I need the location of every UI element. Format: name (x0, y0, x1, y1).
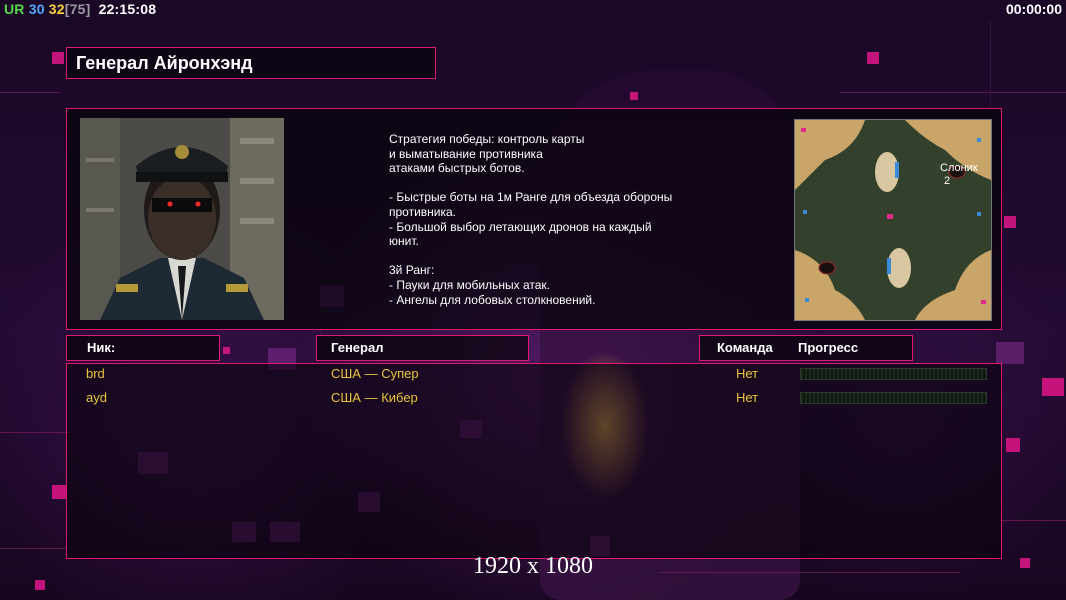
map-preview[interactable]: Слоник 2 (794, 119, 992, 321)
player-team: Нет (736, 366, 759, 381)
fps-counter: UR 30 32[75] 22:15:08 (4, 1, 156, 17)
decor-square (223, 347, 230, 354)
general-portrait (80, 118, 284, 320)
progress-bar (800, 392, 987, 404)
player-general: США — Супер (331, 366, 419, 381)
general-column-header[interactable]: Генерал (316, 335, 529, 361)
hud-value-3: [75] (64, 1, 91, 17)
team-header-label: Команда (717, 340, 773, 355)
decor-square (630, 92, 638, 100)
decor-square (52, 485, 66, 499)
hud-value-1: 30 (28, 1, 45, 17)
decor-line (840, 92, 1066, 93)
player-general: США — Кибер (331, 390, 418, 405)
decor-square (1006, 438, 1020, 452)
decor-square (35, 580, 45, 590)
decor-square (996, 342, 1024, 364)
map-terrain (795, 120, 991, 320)
general-portrait-art (80, 118, 284, 320)
game-timer: 00:00:00 (1005, 1, 1062, 17)
general-name: Генерал Айронхэнд (76, 53, 253, 73)
decor-square (52, 52, 64, 64)
decor-square (867, 52, 879, 64)
ur-label: UR (4, 1, 25, 17)
progress-bar (800, 368, 987, 380)
nick-column-header[interactable]: Ник: (66, 335, 220, 361)
map-name: Слоник (940, 162, 978, 174)
decor-line (1000, 520, 1066, 521)
progress-header-label: Прогресс (798, 340, 859, 355)
team-progress-header[interactable]: Команда Прогресс (699, 335, 913, 361)
general-description: Стратегия победы: контроль карты и вымат… (389, 132, 673, 307)
decor-line (0, 92, 60, 93)
player-nick: brd (86, 366, 105, 381)
player-team: Нет (736, 390, 759, 405)
decor-square (1042, 378, 1064, 396)
decor-line (990, 20, 991, 110)
player-nick: ayd (86, 390, 107, 405)
system-clock: 22:15:08 (98, 1, 157, 17)
general-header-label: Генерал (331, 340, 384, 355)
map-players: 2 (944, 175, 951, 187)
decor-square (1004, 216, 1016, 228)
hud-value-2: 32 (48, 1, 65, 17)
nick-header-label: Ник: (87, 340, 116, 355)
decor-line (0, 432, 70, 433)
resolution-label: 1920 x 1080 (473, 553, 593, 579)
decor-line (0, 548, 66, 549)
general-title-box: Генерал Айронхэнд (66, 47, 436, 79)
